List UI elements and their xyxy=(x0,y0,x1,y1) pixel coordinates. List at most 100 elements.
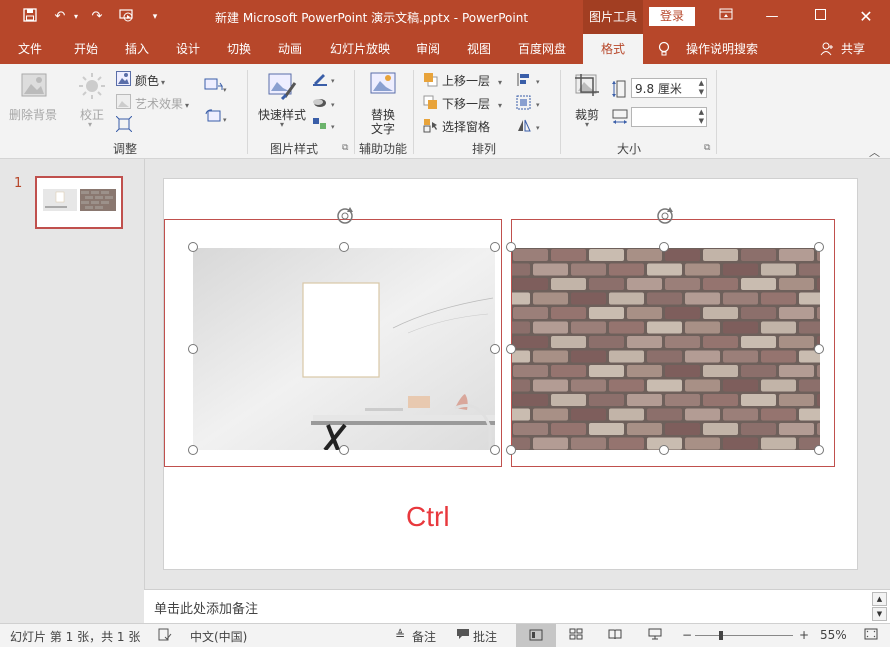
change-picture-icon[interactable]: ▾ xyxy=(204,78,228,97)
size-dialog-launcher-icon[interactable]: ⧉ xyxy=(704,143,710,153)
slide-thumbnail[interactable] xyxy=(35,176,123,229)
resize-handle[interactable] xyxy=(506,445,516,455)
present-from-start-icon[interactable] xyxy=(118,8,136,26)
undo-dropdown-icon[interactable]: ▾ xyxy=(67,8,85,26)
resize-handle[interactable] xyxy=(659,242,669,252)
notes-toggle-icon[interactable]: ≜ xyxy=(395,628,405,642)
login-button[interactable]: 登录 xyxy=(649,7,695,26)
tab-transitions[interactable]: 切换 xyxy=(217,34,261,64)
zoom-slider[interactable] xyxy=(695,635,793,636)
shape-width-input[interactable]: ▲ ▼ xyxy=(631,107,707,127)
bring-forward-button[interactable]: 上移一层 ▾ xyxy=(442,72,502,89)
quick-styles-dropdown-icon[interactable]: ▾ xyxy=(280,120,284,129)
shape-height-input[interactable]: 9.8 厘米 ▲ ▼ xyxy=(631,78,707,98)
notes-scroll-down-icon[interactable]: ▼ xyxy=(872,607,887,621)
height-spinner-arrows-icon[interactable]: ▲ ▼ xyxy=(699,79,704,97)
selection-pane-button[interactable]: 选择窗格 xyxy=(442,118,490,135)
zoom-out-button[interactable]: − xyxy=(682,628,692,642)
resize-handle[interactable] xyxy=(659,445,669,455)
slide-thumbnail-pane: 1 xyxy=(0,159,144,623)
resize-handle[interactable] xyxy=(814,242,824,252)
tab-format[interactable]: 格式 xyxy=(583,34,643,64)
resize-handle[interactable] xyxy=(188,242,198,252)
comments-button[interactable]: 批注 xyxy=(473,628,497,645)
resize-handle[interactable] xyxy=(188,344,198,354)
resize-handle[interactable] xyxy=(339,445,349,455)
send-backward-button[interactable]: 下移一层 ▾ xyxy=(442,95,502,112)
resize-handle[interactable] xyxy=(814,445,824,455)
resize-handle[interactable] xyxy=(814,344,824,354)
spell-check-icon[interactable] xyxy=(158,628,172,645)
notes-pane[interactable]: 单击此处添加备注 ▲ ▼ xyxy=(144,589,890,624)
tab-review[interactable]: 审阅 xyxy=(406,34,450,64)
resize-handle[interactable] xyxy=(490,242,500,252)
artistic-effects-label: 艺术效果 xyxy=(135,97,184,111)
tell-me-search[interactable]: 操作说明搜索 xyxy=(684,34,760,64)
notes-toggle-button[interactable]: 备注 xyxy=(412,628,436,645)
zoom-level[interactable]: 55% xyxy=(820,628,847,642)
tab-baidu-netdisk[interactable]: 百度网盘 xyxy=(512,34,572,64)
share-button[interactable]: 共享 xyxy=(838,34,868,64)
slide-sorter-view-icon[interactable] xyxy=(569,628,583,643)
picture-tools-context-label: 图片工具 xyxy=(583,0,643,34)
color-button[interactable]: 颜色 ▾ xyxy=(135,72,165,89)
crop-dropdown-icon[interactable]: ▾ xyxy=(585,120,589,129)
share-person-icon[interactable] xyxy=(820,34,834,64)
rotate-icon[interactable]: ▾ xyxy=(516,118,544,136)
save-icon[interactable] xyxy=(21,8,39,26)
rotate-handle-icon[interactable] xyxy=(334,205,356,227)
zoom-slider-thumb[interactable] xyxy=(719,631,723,640)
maximize-icon[interactable] xyxy=(797,0,843,34)
fit-to-window-icon[interactable] xyxy=(864,628,878,643)
picture-layout-icon[interactable]: ▾ xyxy=(312,117,338,136)
quick-styles-icon xyxy=(267,71,297,104)
resize-handle[interactable] xyxy=(490,344,500,354)
minimize-icon[interactable]: — xyxy=(749,0,795,34)
tab-home[interactable]: 开始 xyxy=(64,34,108,64)
svg-text:▾: ▾ xyxy=(331,101,335,109)
resize-handle[interactable] xyxy=(506,344,516,354)
compress-pictures-icon[interactable] xyxy=(115,115,133,135)
close-icon[interactable]: ✕ xyxy=(843,0,889,34)
picture-styles-dialog-launcher-icon[interactable]: ⧉ xyxy=(342,143,348,153)
zoom-in-button[interactable]: + xyxy=(799,628,809,642)
comments-icon[interactable] xyxy=(456,628,470,643)
tab-view[interactable]: 视图 xyxy=(457,34,501,64)
picture-border-icon[interactable]: ▾ xyxy=(312,71,338,90)
normal-view-button[interactable] xyxy=(516,624,556,647)
tab-slideshow[interactable]: 幻灯片放映 xyxy=(322,34,398,64)
tab-animations[interactable]: 动画 xyxy=(268,34,312,64)
align-icon[interactable]: ▾ xyxy=(516,72,544,90)
resize-handle[interactable] xyxy=(188,445,198,455)
customize-toolbar-icon[interactable]: ▾ xyxy=(146,8,164,26)
language-status[interactable]: 中文(中国) xyxy=(190,628,247,645)
svg-text:▾: ▾ xyxy=(536,101,540,109)
crop-icon xyxy=(573,72,601,103)
ribbon-display-options-icon[interactable] xyxy=(703,0,749,34)
alt-text-button-line2[interactable]: 文字 xyxy=(371,120,395,137)
width-spinner-arrows-icon[interactable]: ▲ ▼ xyxy=(699,108,704,126)
collapse-ribbon-icon[interactable]: ︿ xyxy=(869,144,880,160)
picture-effects-icon[interactable]: ▾ xyxy=(312,95,338,114)
group-separator xyxy=(354,70,355,154)
redo-icon[interactable]: ↷ xyxy=(88,8,106,26)
rotate-handle-icon[interactable] xyxy=(654,205,676,227)
tab-insert[interactable]: 插入 xyxy=(115,34,159,64)
slideshow-view-icon[interactable] xyxy=(648,628,662,643)
reading-view-icon[interactable] xyxy=(608,628,622,643)
corrections-dropdown-icon[interactable]: ▾ xyxy=(88,120,92,129)
notes-scroll-up-icon[interactable]: ▲ xyxy=(872,592,887,606)
reset-picture-icon[interactable]: ▾ xyxy=(204,108,228,127)
resize-handle[interactable] xyxy=(339,242,349,252)
artistic-effects-button[interactable]: 艺术效果 ▾ xyxy=(135,95,189,112)
slide-canvas[interactable]: Ctrl xyxy=(163,178,858,570)
group-objects-icon[interactable]: ▾ xyxy=(516,95,544,113)
remove-background-button[interactable]: 删除背景 xyxy=(9,106,57,123)
resize-handle[interactable] xyxy=(490,445,500,455)
ctrl-key-annotation: Ctrl xyxy=(406,501,450,532)
tab-design[interactable]: 设计 xyxy=(166,34,210,64)
slide-thumbnail-preview xyxy=(37,178,121,227)
shape-height-value: 9.8 厘米 xyxy=(635,82,682,96)
tab-file[interactable]: 文件 xyxy=(8,34,52,64)
resize-handle[interactable] xyxy=(506,242,516,252)
